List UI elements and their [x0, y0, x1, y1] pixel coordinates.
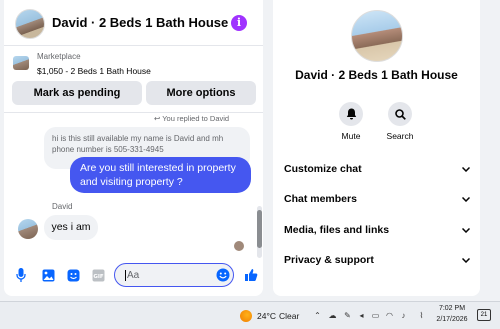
- privacy-support-section[interactable]: Privacy & support: [284, 250, 471, 270]
- search-icon: [388, 102, 412, 126]
- cloud-icon[interactable]: ☁: [327, 310, 338, 321]
- more-options-button[interactable]: More options: [146, 81, 256, 105]
- volume-icon[interactable]: ♪: [398, 310, 409, 321]
- search-label: Search: [386, 131, 414, 141]
- gif-icon[interactable]: GIF: [91, 268, 105, 282]
- chevron-down-icon: [461, 193, 471, 205]
- conversation-info-panel: David · 2 Beds 1 Bath House Mute Search …: [273, 0, 480, 296]
- microphone-icon[interactable]: [14, 268, 28, 282]
- section-label: Customize chat: [284, 163, 362, 175]
- chat-header: David · 2 Beds 1 Bath House i: [4, 0, 263, 46]
- chevron-down-icon: [461, 254, 471, 266]
- clock-time[interactable]: 7:02 PM: [436, 305, 468, 312]
- listing-title[interactable]: $1,050 - 2 Beds 1 Bath House: [37, 66, 151, 76]
- sender-avatar[interactable]: [18, 219, 38, 239]
- notification-center-icon[interactable]: 21: [477, 309, 491, 321]
- customize-chat-section[interactable]: Customize chat: [284, 159, 471, 179]
- sticker-icon[interactable]: [66, 268, 80, 282]
- pen-icon[interactable]: ✎: [342, 310, 353, 321]
- weather-icon[interactable]: [240, 310, 252, 322]
- conversation-avatar[interactable]: [351, 10, 403, 62]
- chevron-down-icon: [461, 163, 471, 175]
- image-icon[interactable]: [41, 268, 55, 282]
- section-label: Chat members: [284, 193, 357, 205]
- bell-icon: [339, 102, 363, 126]
- conversation-title: David · 2 Beds 1 Bath House: [295, 68, 458, 82]
- chevron-up-icon[interactable]: ⌃: [312, 310, 323, 321]
- listing-thumbnail[interactable]: [13, 56, 29, 70]
- seen-indicator-avatar: [234, 241, 244, 251]
- svg-text:GIF: GIF: [93, 274, 104, 280]
- speaker-icon[interactable]: ◂: [356, 310, 367, 321]
- marketplace-listing: Marketplace $1,050 - 2 Beds 1 Bath House…: [4, 47, 263, 113]
- search-button[interactable]: Search: [380, 102, 420, 141]
- mute-label: Mute: [341, 131, 361, 141]
- avatar[interactable]: [15, 9, 45, 39]
- sender-name: David: [52, 202, 73, 211]
- chevron-down-icon: [461, 224, 471, 236]
- wifi-icon[interactable]: ◠: [384, 310, 395, 321]
- like-icon[interactable]: [244, 268, 258, 282]
- mark-as-pending-button[interactable]: Mark as pending: [12, 81, 142, 105]
- media-files-links-section[interactable]: Media, files and links: [284, 220, 471, 240]
- section-label: Media, files and links: [284, 224, 390, 236]
- info-icon[interactable]: i: [231, 15, 247, 31]
- message-list: ↩ You replied to David hi is this still …: [4, 114, 263, 258]
- received-message[interactable]: yes i am: [44, 215, 98, 240]
- temperature[interactable]: 24°C: [257, 311, 276, 321]
- replied-note: ↩ You replied to David: [154, 114, 230, 123]
- emoji-icon[interactable]: [216, 268, 230, 282]
- message-composer: GIF Aa: [4, 258, 263, 294]
- mute-button[interactable]: Mute: [331, 102, 371, 141]
- network-icon[interactable]: ⌇: [416, 310, 427, 321]
- chat-members-section[interactable]: Chat members: [284, 189, 471, 209]
- scrollbar-thumb[interactable]: [257, 210, 262, 248]
- chat-panel: David · 2 Beds 1 Bath House i Marketplac…: [4, 0, 263, 296]
- reply-arrow-icon: ↩: [154, 114, 163, 123]
- weather-condition[interactable]: Clear: [279, 311, 299, 321]
- marketplace-label: Marketplace: [37, 52, 81, 61]
- sent-message[interactable]: Are you still interested in property and…: [70, 157, 251, 193]
- battery-icon[interactable]: ▭: [370, 310, 381, 321]
- section-label: Privacy & support: [284, 254, 374, 266]
- clock-date[interactable]: 2/17/2026: [434, 316, 470, 323]
- taskbar: 24°C Clear ⌃ ☁ ✎ ◂ ▭ ◠ ♪ ⌇ 7:02 PM 2/17/…: [0, 301, 500, 329]
- chat-title[interactable]: David · 2 Beds 1 Bath House: [52, 15, 228, 30]
